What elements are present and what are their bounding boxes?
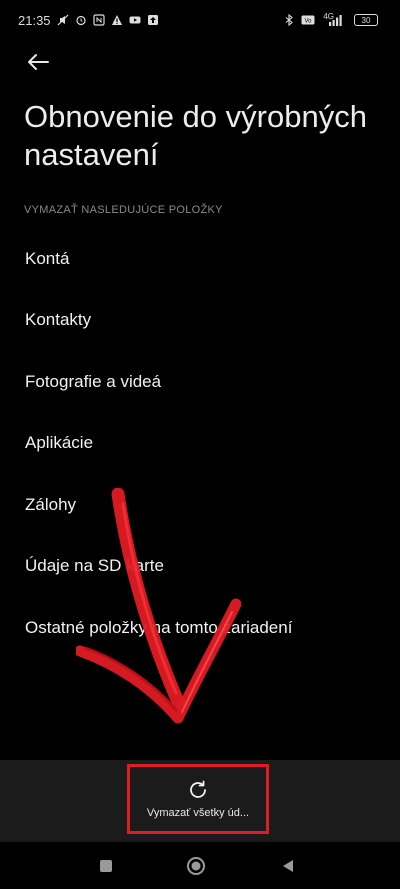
volte-icon: Vo xyxy=(301,14,315,26)
bluetooth-icon xyxy=(283,14,295,26)
status-bar: 21:35 Vo 4G 30 xyxy=(0,0,400,40)
erase-all-button[interactable]: Vymazať všetky úd... xyxy=(127,764,269,834)
erase-all-label: Vymazať všetky úd... xyxy=(146,807,250,819)
home-button[interactable] xyxy=(186,856,206,876)
youtube-icon xyxy=(129,14,141,26)
list-item-contacts: Kontakty xyxy=(25,310,92,330)
bottom-action-bar: Vymazať všetky úd... xyxy=(0,760,400,842)
refresh-icon xyxy=(190,780,206,798)
list-item-photos-videos: Fotografie a videá xyxy=(25,371,162,391)
recents-button[interactable] xyxy=(96,856,116,876)
red-arrow-annotation xyxy=(76,488,241,724)
list-item-apps: Aplikácie xyxy=(25,433,94,453)
mute-icon xyxy=(57,14,69,26)
nav-back-button[interactable] xyxy=(278,856,298,876)
square-icon xyxy=(100,860,112,872)
list-item-accounts: Kontá xyxy=(25,248,70,268)
status-time: 21:35 xyxy=(18,12,51,28)
circle-icon xyxy=(187,857,205,875)
network-type: 4G xyxy=(323,11,334,21)
back-button[interactable] xyxy=(24,48,52,76)
upload-icon xyxy=(147,14,159,26)
page-title: Obnovenie do výrobných nastavení xyxy=(24,99,367,172)
battery-indicator: 30 xyxy=(354,14,378,26)
status-right: Vo 4G 30 xyxy=(283,11,378,26)
section-header: VYMAZAŤ NASLEDUJÚCE POLOŽKY xyxy=(24,204,223,216)
svg-text:Vo: Vo xyxy=(305,19,313,25)
system-nav-bar xyxy=(0,842,400,889)
triangle-back-icon xyxy=(283,860,293,872)
status-left: 21:35 xyxy=(18,13,159,28)
warning-icon xyxy=(111,14,123,26)
alarm-icon xyxy=(75,14,87,26)
nfc-icon xyxy=(92,14,105,26)
arrow-left-icon xyxy=(28,54,49,70)
